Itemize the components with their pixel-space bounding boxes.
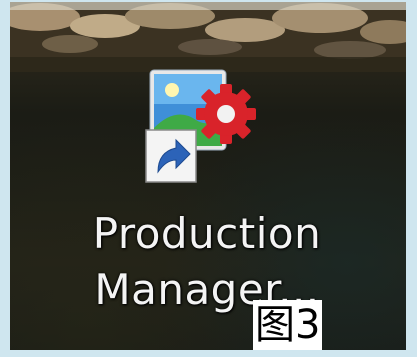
gear-icon (196, 84, 256, 144)
shortcut-arrow-icon (145, 129, 197, 183)
desktop-background: Production Manager... (10, 2, 406, 350)
production-manager-shortcut[interactable] (136, 68, 256, 192)
wallpaper-rocks (10, 2, 406, 72)
figure-caption: 图3 (253, 300, 323, 350)
production-manager-icon (145, 69, 256, 183)
shortcut-label-line1: Production (92, 209, 322, 258)
figure-frame: Production Manager... 图3 (0, 0, 417, 357)
